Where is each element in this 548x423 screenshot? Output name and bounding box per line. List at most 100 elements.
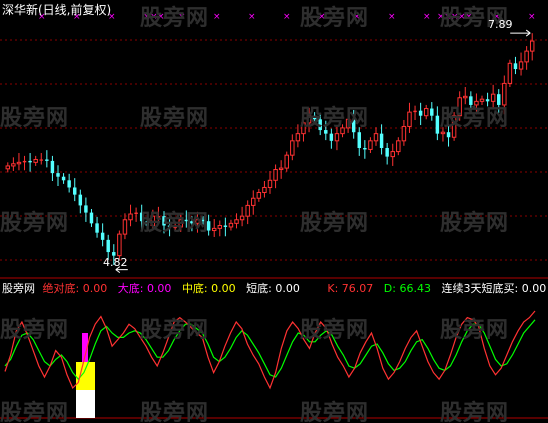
candle-body <box>518 61 524 70</box>
candle-body <box>5 165 11 170</box>
low-price-label: 4.82 <box>103 256 128 269</box>
legend-label-mid-bottom: 中底: <box>181 282 208 295</box>
candle-body <box>284 154 289 169</box>
candle-body <box>122 219 128 235</box>
legend-value-3day-buy: 0.00 <box>521 282 547 295</box>
candle-body <box>334 133 340 142</box>
legend-value-mid-bottom: 0.00 <box>211 282 236 295</box>
candle-body <box>273 169 278 181</box>
legend-value-short-bottom: 0.00 <box>275 282 300 295</box>
candle-body <box>385 148 389 157</box>
candle-body <box>278 167 284 171</box>
indicator-name: 股旁网 <box>2 282 35 295</box>
candle-body <box>379 133 384 148</box>
candle-body <box>67 180 71 188</box>
candle-body <box>524 50 529 63</box>
legend-label-k: K: <box>327 282 339 295</box>
candle-body <box>239 215 245 221</box>
legend-value-absolute-bottom: 0.00 <box>82 282 108 295</box>
candle-body <box>16 161 22 165</box>
candle-body <box>245 204 250 217</box>
watermark: 股旁网 <box>440 401 510 423</box>
legend-label-d: D: <box>383 282 396 295</box>
candle-body <box>33 158 38 163</box>
candle-body <box>401 125 407 142</box>
candle-body <box>251 197 256 206</box>
candle-body <box>89 212 94 224</box>
signal-marker: × <box>248 12 256 22</box>
candle-body <box>407 111 412 127</box>
watermark: 股旁网 <box>300 6 370 31</box>
candle-body <box>228 222 234 228</box>
watermark: 股旁网 <box>140 318 210 343</box>
watermark: 股旁网 <box>440 106 510 131</box>
candle-body <box>28 160 32 163</box>
watermark: 股旁网 <box>300 211 370 236</box>
watermark: 股旁网 <box>440 211 510 236</box>
candle-body <box>45 159 49 161</box>
legend-value-k: 76.07 <box>341 282 374 295</box>
candle-body <box>390 151 395 158</box>
candle-body <box>290 140 295 156</box>
candle-body <box>234 219 239 224</box>
bottom-signal-bar-white <box>76 390 95 418</box>
candle-body <box>368 140 373 150</box>
legend-label-3day-buy: 连续3天短底买: <box>441 282 519 295</box>
signal-marker: × <box>423 12 431 22</box>
watermark: 股旁网 <box>0 318 70 343</box>
watermark: 股旁网 <box>0 106 70 131</box>
candle-body <box>22 160 27 163</box>
candle-body <box>256 191 262 199</box>
candle-body <box>61 176 66 181</box>
candle-body <box>396 140 401 153</box>
candle-body <box>357 132 361 148</box>
watermark: 股旁网 <box>140 211 210 236</box>
candle-body <box>39 159 43 161</box>
candle-body <box>446 132 451 138</box>
watermark: 股旁网 <box>140 106 210 131</box>
bottom-signal-bar-yellow <box>76 362 95 390</box>
candle-body <box>418 110 423 116</box>
candle-body <box>134 212 138 215</box>
watermark: 股旁网 <box>300 106 370 131</box>
candle-body <box>440 131 446 135</box>
legend-value-big-bottom: 0.00 <box>146 282 172 295</box>
high-price-label: 7.89 <box>488 18 513 31</box>
candle-body <box>223 225 228 227</box>
watermark: 股旁网 <box>0 401 70 423</box>
candle-body <box>507 62 513 84</box>
signal-marker: × <box>388 12 396 22</box>
legend-value-d: 66.43 <box>399 282 431 295</box>
candle-body <box>95 223 99 233</box>
watermark: 股旁网 <box>440 318 510 343</box>
candle-body <box>513 63 518 70</box>
signal-marker: × <box>283 12 291 22</box>
candle-body <box>329 133 334 141</box>
candle-body <box>463 95 468 99</box>
candle-body <box>430 108 434 116</box>
candle-body <box>413 110 417 113</box>
candle-body <box>56 173 60 177</box>
watermark: 股旁网 <box>140 401 210 423</box>
candle-body <box>73 187 77 195</box>
candle-body <box>262 186 267 193</box>
legend-label-big-bottom: 大底: <box>117 282 144 295</box>
candle-body <box>217 225 223 229</box>
candle-body <box>529 40 535 52</box>
watermark: 股旁网 <box>0 211 70 236</box>
watermark: 股旁网 <box>140 6 210 31</box>
watermark: 股旁网 <box>300 318 370 343</box>
candle-body <box>128 213 133 221</box>
candle-body <box>435 115 440 134</box>
indicator-legend: 股旁网 绝对底: 0.00 大底: 0.00 中底: 0.00 短底: 0.00… <box>2 282 546 296</box>
candle-body <box>211 227 217 232</box>
candle-body <box>84 205 88 213</box>
stock-chart-window: × × × × × × × × × × × × × × × × × × × × × 股旁网 股旁网 股旁网 股旁网 股旁… <box>0 0 548 423</box>
candle-body <box>373 133 379 142</box>
watermark: 股旁网 <box>300 401 370 423</box>
chart-title: 深华新(日线,前复权) <box>2 3 112 17</box>
candle-body <box>295 133 301 142</box>
candle-body <box>423 108 429 117</box>
candle-body <box>50 160 55 174</box>
candle-body <box>11 163 16 167</box>
